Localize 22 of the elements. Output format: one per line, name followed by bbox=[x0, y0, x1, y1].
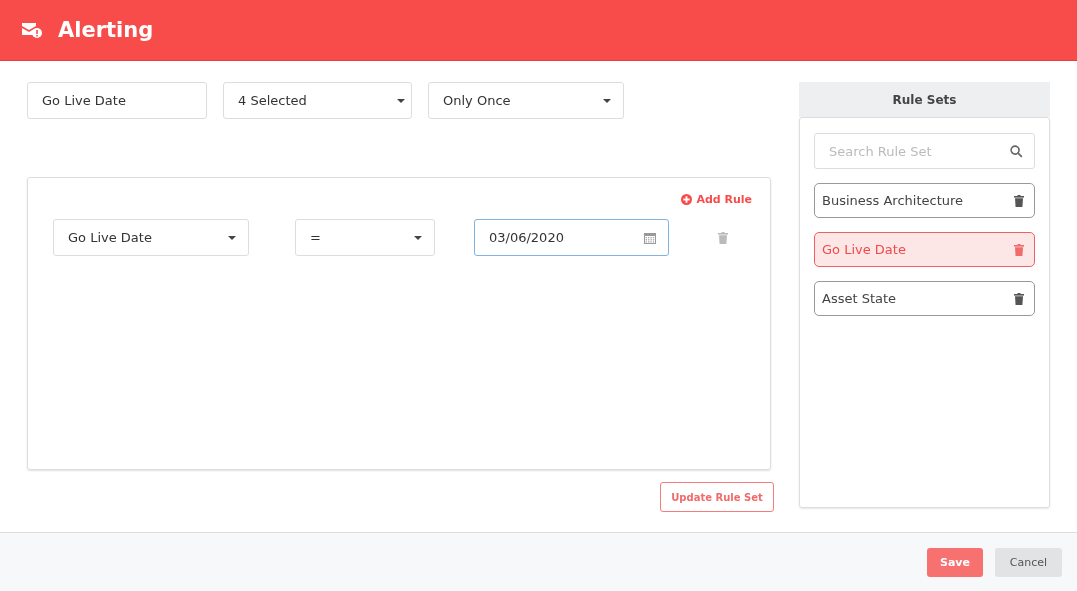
field-dropdown[interactable]: Go Live Date bbox=[53, 219, 249, 256]
mail-alert-icon bbox=[22, 21, 42, 39]
caret-icon bbox=[603, 98, 611, 103]
date-field[interactable]: 03/06/2020 bbox=[474, 219, 669, 256]
plus-circle-icon bbox=[681, 193, 693, 205]
calendar-icon bbox=[644, 231, 656, 244]
operator-dropdown[interactable]: = bbox=[295, 219, 435, 256]
rule-set-item[interactable]: Asset State bbox=[814, 281, 1035, 316]
caret-icon bbox=[414, 235, 422, 240]
dropdown[interactable]: Only Once bbox=[428, 82, 624, 119]
page-title: Alerting bbox=[58, 18, 154, 42]
text-field[interactable]: Go Live Date bbox=[27, 82, 207, 119]
caret-icon bbox=[397, 98, 405, 103]
rule-set-item[interactable]: Business Architecture bbox=[814, 183, 1035, 218]
trash-icon[interactable] bbox=[1014, 292, 1024, 305]
search-icon bbox=[1010, 145, 1023, 158]
trash-icon[interactable] bbox=[1014, 194, 1024, 207]
caret-icon bbox=[228, 235, 236, 240]
panel-header: Rule Sets bbox=[799, 82, 1050, 117]
search-field[interactable]: Search Rule Set bbox=[814, 133, 1035, 169]
cancel-button[interactable]: Cancel bbox=[995, 548, 1062, 577]
dropdown[interactable]: 4 Selected bbox=[223, 82, 412, 119]
